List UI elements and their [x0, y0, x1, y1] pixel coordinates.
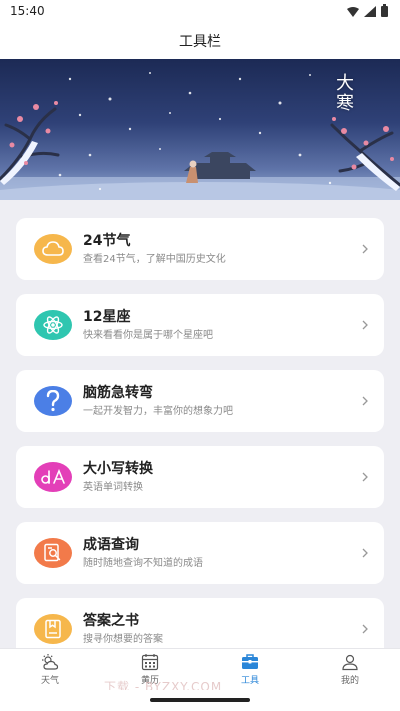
chevron-right-icon — [362, 548, 368, 558]
chevron-right-icon — [362, 244, 368, 254]
solar-term-banner[interactable]: 大寒 — [0, 59, 400, 200]
calendar-icon — [141, 654, 159, 671]
tool-subtitle: 快来看看你是属于哪个星座吧 — [83, 330, 213, 341]
tool-card-book-of-answers[interactable]: 答案之书 搜寻你想要的答案 — [16, 598, 384, 648]
page-title: 工具栏 — [179, 33, 221, 50]
chevron-right-icon — [362, 320, 368, 330]
solar-term-name: 大寒 — [333, 73, 354, 113]
tab-label: 天气 — [40, 676, 59, 686]
tool-title: 12星座 — [83, 309, 131, 325]
title-bar: 工具栏 — [0, 22, 400, 59]
tool-title: 大小写转换 — [83, 461, 153, 477]
tool-subtitle: 查看24节气，了解中国历史文化 — [83, 254, 226, 265]
weather-icon — [42, 654, 59, 670]
tool-subtitle: 搜寻你想要的答案 — [83, 634, 163, 645]
tool-subtitle: 随时随地查询不知道的成语 — [83, 558, 203, 569]
tab-weather[interactable]: 天气 — [0, 649, 100, 690]
signal-icon — [364, 5, 376, 17]
tool-card-idiom-lookup[interactable]: 成语查询 随时随地查询不知道的成语 — [16, 522, 384, 584]
system-nav-bar — [0, 690, 400, 711]
toolbox-icon — [242, 654, 258, 669]
tool-title: 脑筋急转弯 — [83, 385, 153, 401]
tool-subtitle: 一起开发智力，丰富你的想象力吧 — [83, 406, 233, 417]
status-icons — [347, 3, 388, 17]
book-icon — [34, 614, 72, 644]
battery-icon — [381, 3, 388, 17]
tab-profile[interactable]: 我的 — [300, 649, 400, 690]
tab-label: 工具 — [240, 676, 259, 686]
search-doc-icon — [34, 538, 72, 568]
cloud-icon — [34, 234, 72, 264]
tab-label: 我的 — [340, 676, 359, 686]
tool-title: 24节气 — [83, 233, 131, 249]
tool-title: 成语查询 — [83, 537, 139, 553]
chevron-right-icon — [362, 472, 368, 482]
chevron-right-icon — [362, 396, 368, 406]
tool-card-case-converter[interactable]: 大小写转换 英语单词转换 — [16, 446, 384, 508]
tool-card-brain-teasers[interactable]: 脑筋急转弯 一起开发智力，丰富你的想象力吧 — [16, 370, 384, 432]
wifi-icon — [347, 6, 359, 17]
status-bar: 15:40 — [0, 0, 400, 22]
home-indicator[interactable] — [150, 698, 250, 702]
question-icon — [34, 386, 72, 416]
tool-subtitle: 英语单词转换 — [83, 482, 143, 493]
tool-title: 答案之书 — [83, 613, 139, 629]
chevron-right-icon — [362, 624, 368, 634]
atom-icon — [34, 310, 72, 340]
case-convert-icon — [34, 462, 72, 492]
tool-card-solar-terms[interactable]: 24节气 查看24节气，了解中国历史文化 — [16, 218, 384, 280]
tool-card-constellations[interactable]: 12星座 快来看看你是属于哪个星座吧 — [16, 294, 384, 356]
status-time: 15:40 — [10, 4, 45, 18]
user-icon — [342, 654, 358, 671]
tool-list[interactable]: 24节气 查看24节气，了解中国历史文化 12星座 快来看看你是属于哪个星座吧 … — [0, 200, 400, 648]
